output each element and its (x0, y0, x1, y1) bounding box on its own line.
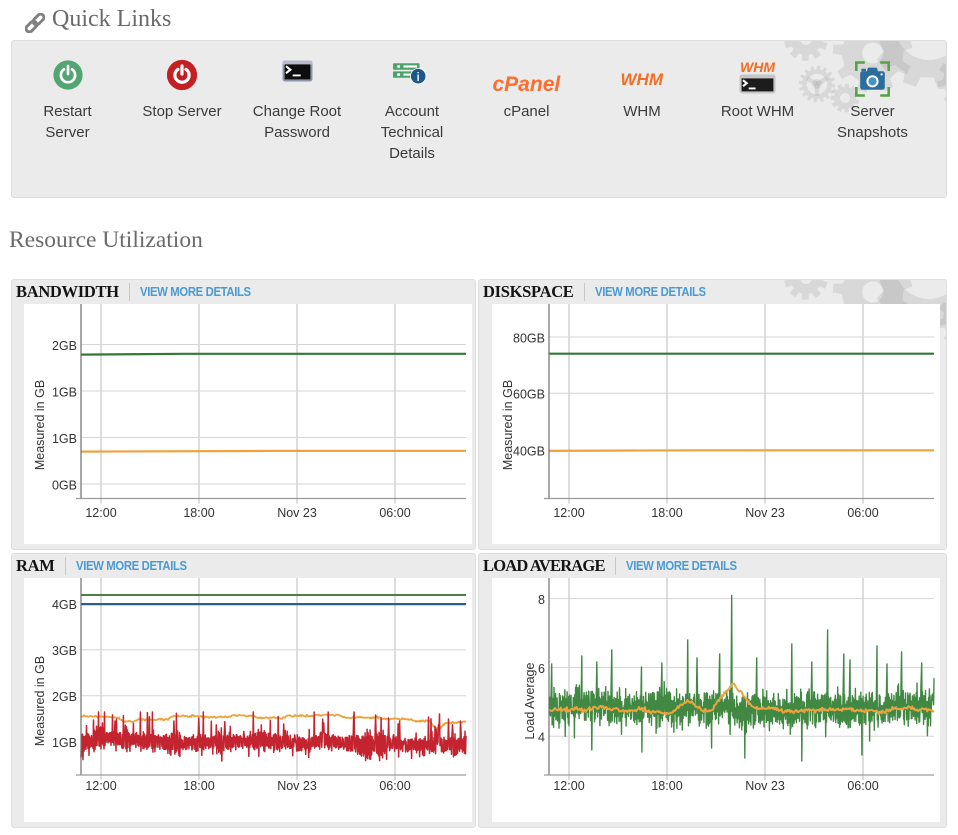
svg-text:12:00: 12:00 (553, 779, 584, 793)
svg-text:18:00: 18:00 (651, 779, 682, 793)
svg-text:2GB: 2GB (52, 690, 77, 704)
svg-text:40GB: 40GB (513, 445, 545, 459)
svg-text:1GB: 1GB (52, 385, 77, 399)
svg-text:06:00: 06:00 (379, 779, 410, 793)
svg-text:12:00: 12:00 (85, 506, 116, 520)
svg-text:18:00: 18:00 (183, 506, 214, 520)
svg-text:1GB: 1GB (52, 432, 77, 446)
svg-text:6: 6 (538, 662, 545, 676)
svg-text:Nov 23: Nov 23 (277, 779, 317, 793)
svg-text:06:00: 06:00 (847, 506, 878, 520)
svg-text:06:00: 06:00 (379, 506, 410, 520)
svg-text:i: i (416, 70, 419, 84)
svg-text:Measured in GB: Measured in GB (33, 656, 47, 746)
svg-text:Nov 23: Nov 23 (745, 506, 785, 520)
svg-text:18:00: 18:00 (183, 779, 214, 793)
svg-text:0GB: 0GB (52, 478, 77, 492)
svg-text:3GB: 3GB (52, 644, 77, 658)
svg-text:12:00: 12:00 (553, 506, 584, 520)
svg-text:4GB: 4GB (52, 598, 77, 612)
svg-text:4: 4 (538, 731, 545, 745)
svg-text:Nov 23: Nov 23 (745, 779, 785, 793)
svg-text:60GB: 60GB (513, 388, 545, 402)
svg-text:2GB: 2GB (52, 339, 77, 353)
svg-text:80GB: 80GB (513, 331, 545, 345)
svg-text:06:00: 06:00 (847, 779, 878, 793)
svg-text:8: 8 (538, 593, 545, 607)
svg-text:18:00: 18:00 (651, 506, 682, 520)
svg-text:1GB: 1GB (52, 736, 77, 750)
svg-text:Load Average: Load Average (523, 662, 537, 739)
svg-text:12:00: 12:00 (85, 779, 116, 793)
svg-text:Nov 23: Nov 23 (277, 506, 317, 520)
svg-text:Measured in GB: Measured in GB (33, 380, 47, 470)
svg-text:Measured in GB: Measured in GB (501, 380, 515, 470)
